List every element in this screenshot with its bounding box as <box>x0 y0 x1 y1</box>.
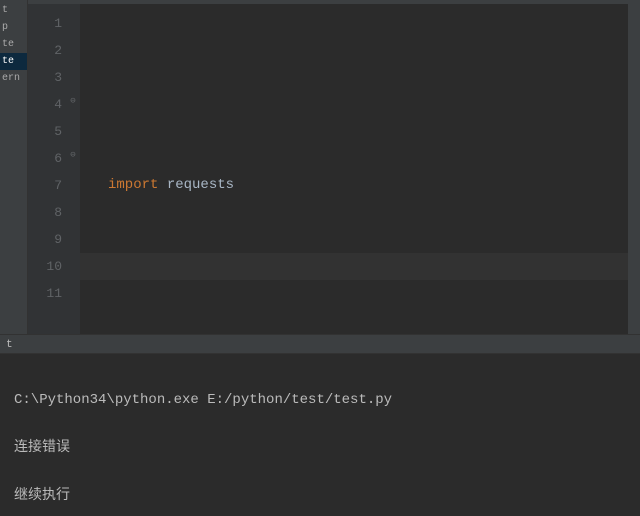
line-number: 7 <box>28 172 62 199</box>
line-number: 9 <box>28 226 62 253</box>
tree-item[interactable]: p <box>0 19 27 36</box>
console-line: 继续执行 <box>14 484 626 508</box>
line-number: 8 <box>28 199 62 226</box>
run-console[interactable]: C:\Python34\python.exe E:/python/test/te… <box>0 354 640 516</box>
line-number: 11 <box>28 280 62 307</box>
keyword-import: import <box>108 177 158 193</box>
line-number: 2 <box>28 37 62 64</box>
vertical-scrollbar[interactable] <box>628 4 640 334</box>
top-area: t p te te ern 1 2 3 4 5 6 7 8 9 10 11 ⊖ … <box>0 0 640 334</box>
project-tree[interactable]: t p te te ern <box>0 0 28 334</box>
line-number: 5 <box>28 118 62 145</box>
gutter: 1 2 3 4 5 6 7 8 9 10 11 ⊖ ⊖ <box>28 4 80 334</box>
tool-window-header[interactable]: t <box>0 334 640 354</box>
fold-icon[interactable]: ⊖ <box>68 150 78 160</box>
tree-item[interactable]: te <box>0 36 27 53</box>
line-number: 4 <box>28 91 62 118</box>
line-number: 3 <box>28 64 62 91</box>
editor-wrap: 1 2 3 4 5 6 7 8 9 10 11 ⊖ ⊖ import reque… <box>28 0 640 334</box>
console-line: 连接错误 <box>14 436 626 460</box>
console-line: C:\Python34\python.exe E:/python/test/te… <box>14 388 626 412</box>
line-number: 6 <box>28 145 62 172</box>
module-name: requests <box>158 177 234 193</box>
fold-icon[interactable]: ⊖ <box>68 96 78 106</box>
tree-item-selected[interactable]: te <box>0 53 27 70</box>
code-area[interactable]: import requests try: html = requests.get… <box>80 4 640 334</box>
code-editor[interactable]: 1 2 3 4 5 6 7 8 9 10 11 ⊖ ⊖ import reque… <box>28 4 640 334</box>
tree-item[interactable]: t <box>0 2 27 19</box>
tree-item[interactable]: ern <box>0 70 27 87</box>
line-number: 10 <box>28 253 62 280</box>
line-number: 1 <box>28 10 62 37</box>
